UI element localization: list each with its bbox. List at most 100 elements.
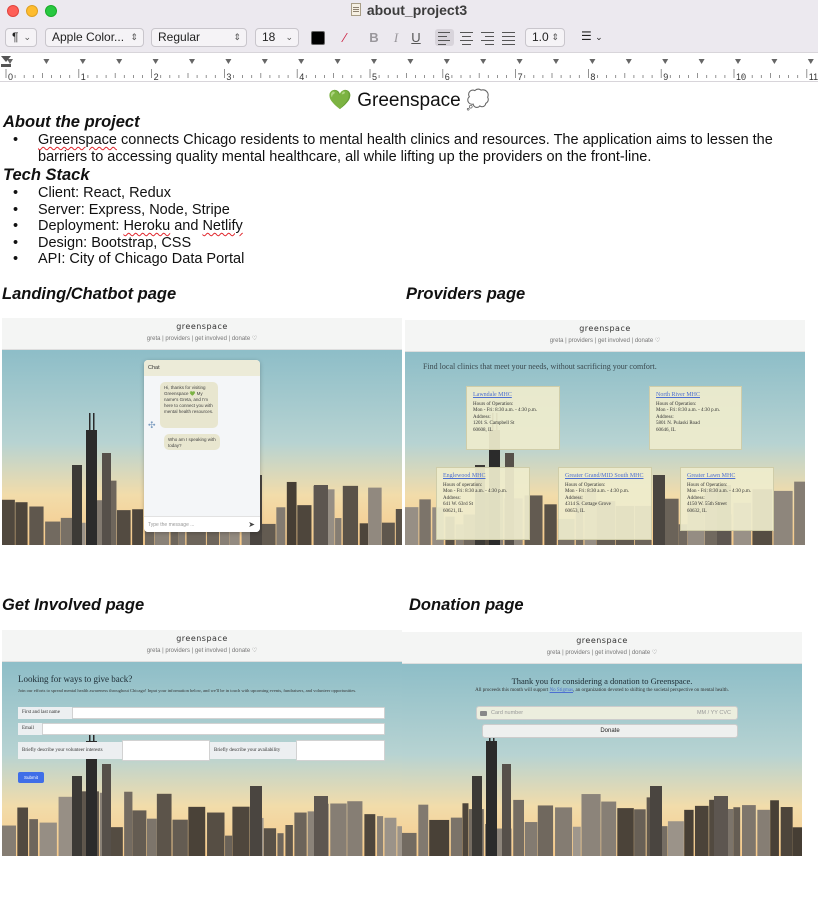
- donation-desc-after: , an organization devoted to shifting th…: [573, 688, 729, 693]
- ruler-label: 7: [518, 72, 523, 82]
- tech-stack-list: Client: React, Redux Server: Express, No…: [13, 185, 244, 268]
- site-navbar: greenspace greta | providers | get invol…: [402, 632, 802, 664]
- list-item-design: Design: Bootstrap, CSS: [13, 235, 244, 252]
- site-nav-links: greta | providers | get involved | donat…: [549, 338, 661, 344]
- donation-screenshot: greenspace greta | providers | get invol…: [402, 632, 802, 888]
- chat-input-placeholder: Type the message ...: [148, 522, 195, 528]
- provider-name: Greater Grand/MID South MHC: [565, 473, 644, 479]
- font-size-combo[interactable]: 18 ⌄: [255, 28, 299, 47]
- list-item-server: Server: Express, Node, Stripe: [13, 202, 244, 219]
- paragraph-styles-menu[interactable]: ¶ ⌄: [5, 28, 37, 47]
- tech-heading: Tech Stack: [3, 166, 90, 184]
- line-spacing-select[interactable]: 1.0 ⇕: [525, 28, 565, 47]
- format-toolbar: ¶ ⌄ Apple Color... ⇕ Regular ⇕ 18 ⌄ ⁄ B I U …: [0, 22, 818, 53]
- bold-button[interactable]: B: [365, 28, 383, 47]
- provider-card: Greater Lawn MHC Hours of Operation: Mon…: [680, 467, 774, 531]
- highlight-color-button[interactable]: ⁄: [337, 28, 353, 47]
- donation-desc-before: All proceeds this month will support: [475, 688, 550, 693]
- ruler[interactable]: 0 1 2 3 4 5 6 7 8 9 10 11: [0, 53, 818, 82]
- provider-card: North River MHC Hours of Operation: Mon …: [649, 386, 742, 450]
- site-navbar: greenspace greta | providers | get invol…: [2, 630, 402, 662]
- caption-providers: Providers page: [406, 285, 526, 303]
- send-icon: ➤: [248, 520, 255, 529]
- title-bar: about_project3: [0, 0, 818, 22]
- list-icon: ☰: [581, 29, 592, 43]
- italic-button[interactable]: I: [387, 28, 405, 47]
- provider-name: Lawndale MHC: [473, 392, 512, 398]
- justify-button[interactable]: [499, 29, 518, 46]
- chat-input: Type the message ... ➤: [144, 516, 260, 532]
- site-nav-links: greta | providers | get involved | donat…: [546, 650, 658, 656]
- address-city: 60646, IL: [656, 427, 676, 433]
- line-spacing-value: 1.0: [532, 30, 549, 44]
- site-navbar: greenspace greta | providers | get invol…: [405, 320, 805, 352]
- font-size-value: 18: [262, 30, 276, 44]
- about-paragraph: Greenspace connects Chicago residents to…: [13, 132, 813, 165]
- align-left-button[interactable]: [435, 29, 454, 46]
- list-item-deployment: Deployment: Heroku and Netlify: [13, 218, 244, 235]
- font-style-value: Regular: [158, 30, 201, 44]
- address-city: 60653, IL: [565, 508, 585, 514]
- chat-bubble-greeting: Hi, thanks for visiting Greenspace 💚 My …: [160, 382, 218, 428]
- involved-screenshot: greenspace greta | providers | get invol…: [2, 630, 402, 888]
- font-family-select[interactable]: Apple Color... ⇕: [45, 28, 144, 47]
- provider-name: Englewood MHC: [443, 473, 486, 479]
- site-nav-links: greta | providers | get involved | donat…: [146, 648, 258, 654]
- ruler-scale: 0 1 2 3 4 5 6 7 8 9 10 11: [1, 56, 818, 82]
- font-family-value: Apple Color...: [52, 30, 125, 44]
- donation-description: All proceeds this month will support No …: [402, 688, 802, 693]
- address-city: 60608, IL: [473, 427, 493, 433]
- updown-arrows-icon: ⇕: [233, 32, 241, 42]
- ruler-label: 2: [154, 72, 159, 82]
- provider-name: North River MHC: [656, 392, 700, 398]
- site-nav-links: greta | providers | get involved | donat…: [146, 336, 258, 342]
- chat-widget: Chat ✣ Hi, thanks for visiting Greenspac…: [144, 360, 260, 532]
- list-item-client: Client: React, Redux: [13, 185, 244, 202]
- card-exp-cvc: MM / YY CVC: [696, 710, 731, 716]
- page-title: 💚 Greenspace 💭: [0, 88, 818, 112]
- caption-landing: Landing/Chatbot page: [2, 285, 177, 303]
- chevron-down-icon: ⌄: [23, 32, 31, 42]
- address-city: 60632, IL: [687, 508, 707, 514]
- availability-label: Briefly describe your availability: [210, 742, 296, 759]
- list-item-api: API: City of Chicago Data Portal: [13, 251, 244, 268]
- ruler-label: 6: [445, 72, 450, 82]
- list-bullets-menu[interactable]: ☰ ⌄: [575, 28, 613, 47]
- site-brand: greenspace: [576, 636, 628, 645]
- availability-field: [296, 740, 385, 761]
- about-text: connects Chicago residents to mental hea…: [38, 132, 773, 165]
- email-field: [42, 723, 385, 735]
- spelling-flag-heroku: Heroku: [123, 218, 171, 234]
- card-number-placeholder: Card number: [491, 710, 524, 716]
- updown-arrows-icon: ⇕: [130, 32, 138, 42]
- donate-button: Donate: [482, 724, 738, 738]
- ruler-label: 1: [81, 72, 86, 82]
- text-color-well[interactable]: [311, 31, 325, 45]
- page-title-text: Greenspace: [357, 90, 461, 111]
- align-center-button[interactable]: [457, 29, 476, 46]
- chevron-down-icon: ⌄: [595, 32, 603, 42]
- about-heading: About the project: [3, 113, 140, 131]
- provider-card: Englewood MHC Hours of operation: Mon - …: [436, 467, 530, 540]
- credit-card-icon: [480, 711, 487, 716]
- caption-involved: Get Involved page: [2, 596, 145, 614]
- deployment-label: Deployment:: [38, 218, 124, 234]
- ruler-label: 8: [590, 72, 595, 82]
- spelling-flag-greenspace: Greenspace: [38, 132, 117, 148]
- underline-button[interactable]: U: [407, 28, 425, 47]
- align-right-button[interactable]: [478, 29, 497, 46]
- providers-screenshot: greenspace greta | providers | get invol…: [405, 320, 805, 577]
- thought-bubble-emoji: 💭: [466, 90, 490, 111]
- document-body[interactable]: 💚 Greenspace 💭 About the project Greensp…: [0, 82, 818, 904]
- ruler-label: 0: [8, 72, 13, 82]
- card-number-field: Card number MM / YY CVC: [476, 706, 738, 720]
- provider-card: Lawndale MHC Hours of Operation: Mon - F…: [466, 386, 560, 450]
- green-heart-emoji: 💚: [328, 90, 352, 111]
- ruler-label: 9: [663, 72, 668, 82]
- caption-donation: Donation page: [409, 596, 524, 614]
- submit-button: Submit: [18, 772, 44, 783]
- provider-card: Greater Grand/MID South MHC Hours of Ope…: [558, 467, 652, 540]
- interests-label: Briefly describe your volunteer interest…: [18, 742, 122, 759]
- window-title: about_project3: [0, 2, 818, 18]
- font-style-select[interactable]: Regular ⇕: [151, 28, 247, 47]
